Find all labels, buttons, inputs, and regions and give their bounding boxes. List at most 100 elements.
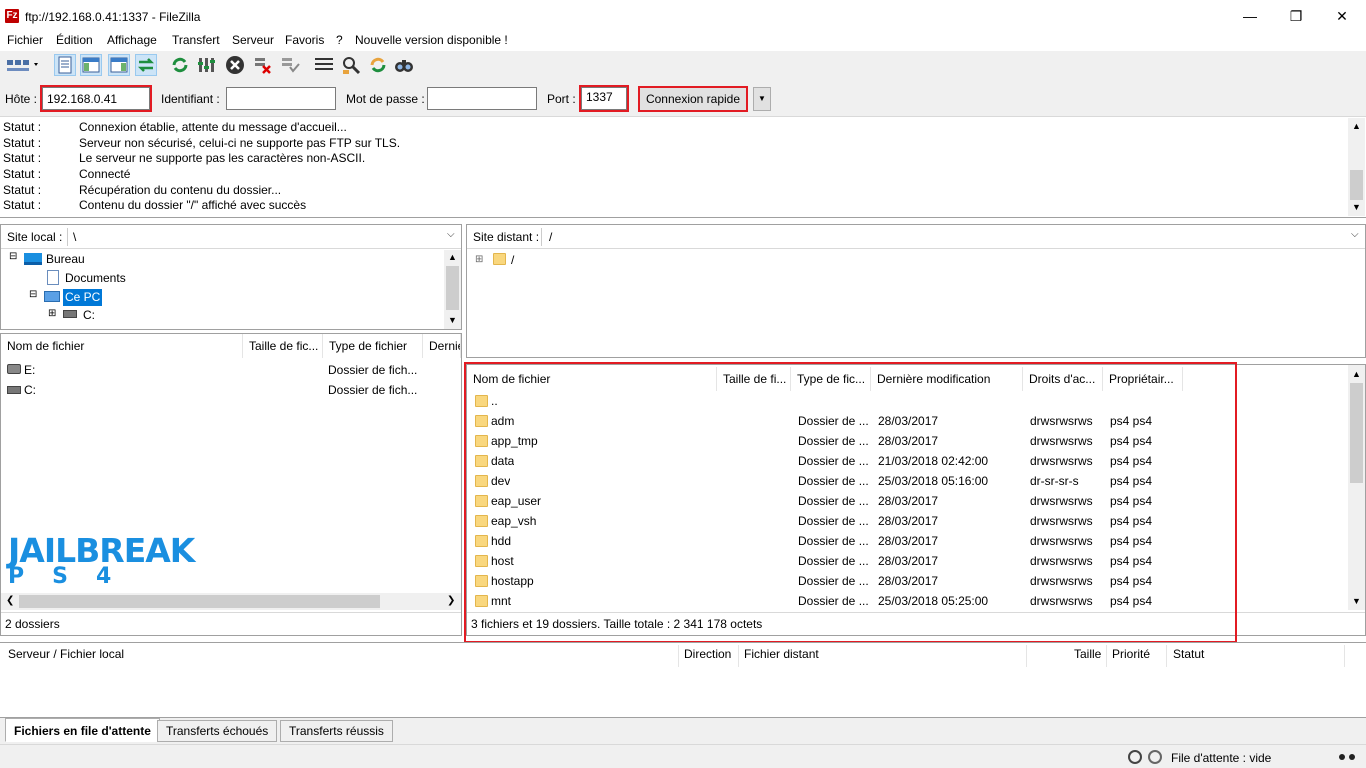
log-scrollbar[interactable]: ▲ ▼ xyxy=(1348,118,1365,216)
table-row[interactable]: hostapp Dossier de ... 28/03/2017 drwsrw… xyxy=(467,571,1347,591)
table-row[interactable]: .. xyxy=(467,391,1347,411)
menu-edition[interactable]: Édition xyxy=(56,33,93,48)
tree-item-documents[interactable]: Documents xyxy=(65,271,126,285)
scroll-down-icon[interactable]: ▼ xyxy=(1352,202,1361,212)
menu-favoris[interactable]: Favoris xyxy=(285,33,324,48)
table-row[interactable]: C: Dossier de fich... xyxy=(1,380,461,400)
menu-serveur[interactable]: Serveur xyxy=(232,33,274,48)
gear-icon[interactable] xyxy=(1128,750,1142,764)
col-header-filetype[interactable]: Type de fichier xyxy=(323,334,423,358)
port-input[interactable]: 1337 xyxy=(579,85,629,112)
scroll-left-icon[interactable]: ❮ xyxy=(6,595,14,606)
expander-icon[interactable]: ⊟ xyxy=(9,251,17,262)
expander-icon[interactable]: ⊟ xyxy=(29,289,37,300)
col-header-filesize[interactable]: Taille de fic... xyxy=(243,334,323,358)
table-row[interactable]: E: Dossier de fich... xyxy=(1,360,461,380)
scroll-thumb[interactable] xyxy=(1350,170,1363,200)
col-header-owner[interactable]: Propriétair... xyxy=(1103,367,1183,391)
scroll-up-icon[interactable]: ▲ xyxy=(448,252,457,262)
scroll-right-icon[interactable]: ❯ xyxy=(447,595,455,606)
process-queue-icon[interactable] xyxy=(196,54,218,76)
tab-successful-transfers[interactable]: Transferts réussis xyxy=(280,720,393,742)
file-modified: 25/03/2018 05:16:00 xyxy=(878,474,989,488)
chevron-down-icon[interactable]: ⌵ xyxy=(447,229,455,240)
folder-icon xyxy=(475,415,488,427)
compare-directories-icon[interactable] xyxy=(340,54,362,76)
expander-icon[interactable]: ⊞ xyxy=(48,308,56,319)
host-input[interactable]: 192.168.0.41 xyxy=(40,85,152,112)
col-header-modified[interactable]: Dernié xyxy=(423,334,461,358)
remote-site-path[interactable]: / xyxy=(549,230,552,244)
toggle-queue-icon[interactable] xyxy=(135,54,157,76)
scroll-thumb[interactable] xyxy=(446,266,459,310)
directory-listing-filters-icon[interactable] xyxy=(313,54,335,76)
scroll-down-icon[interactable]: ▼ xyxy=(1352,596,1361,606)
tree-item-ce-pc[interactable]: Ce PC xyxy=(63,289,103,306)
scroll-up-icon[interactable]: ▲ xyxy=(1352,121,1361,131)
synchronized-browsing-icon[interactable] xyxy=(367,54,389,76)
table-row[interactable]: host Dossier de ... 28/03/2017 drwsrwsrw… xyxy=(467,551,1347,571)
queue-col-priority[interactable]: Priorité xyxy=(1112,647,1150,661)
queue-col-server[interactable]: Serveur / Fichier local xyxy=(8,647,124,661)
site-manager-icon[interactable] xyxy=(5,54,41,76)
chevron-down-icon[interactable]: ⌵ xyxy=(1351,229,1359,240)
col-header-filesize[interactable]: Taille de fi... xyxy=(717,367,791,391)
file-type: Dossier de fich... xyxy=(328,383,418,397)
scroll-thumb[interactable] xyxy=(19,595,380,608)
tab-failed-transfers[interactable]: Transferts échoués xyxy=(157,720,278,742)
file-type: Dossier de ... xyxy=(798,594,869,608)
local-list-hscrollbar[interactable]: ❮ ❯ xyxy=(1,593,461,610)
table-row[interactable]: mnt Dossier de ... 25/03/2018 05:25:00 d… xyxy=(467,591,1347,611)
menu-bar: Fichier Édition Affichage Transfert Serv… xyxy=(0,33,1366,51)
local-tree-scrollbar[interactable]: ▲ ▼ xyxy=(444,250,461,329)
tree-item-bureau[interactable]: Bureau xyxy=(46,252,85,266)
table-row[interactable]: eap_user Dossier de ... 28/03/2017 drwsr… xyxy=(467,491,1347,511)
minimize-button[interactable]: — xyxy=(1227,0,1273,33)
cancel-operation-icon[interactable] xyxy=(224,54,246,76)
menu-transfert[interactable]: Transfert xyxy=(172,33,220,48)
table-row[interactable]: app_tmp Dossier de ... 28/03/2017 drwsrw… xyxy=(467,431,1347,451)
table-row[interactable]: data Dossier de ... 21/03/2018 02:42:00 … xyxy=(467,451,1347,471)
restore-button[interactable]: ❐ xyxy=(1273,0,1319,33)
username-input[interactable] xyxy=(226,87,336,110)
queue-col-direction[interactable]: Direction xyxy=(684,647,731,661)
expander-icon[interactable]: ⊞ xyxy=(475,254,483,265)
table-row[interactable]: adm Dossier de ... 28/03/2017 drwsrwsrws… xyxy=(467,411,1347,431)
password-input[interactable] xyxy=(427,87,537,110)
col-header-modified[interactable]: Dernière modification xyxy=(871,367,1023,391)
reconnect-icon[interactable] xyxy=(279,54,301,76)
refresh-icon[interactable] xyxy=(169,54,191,76)
local-site-path[interactable]: \ xyxy=(73,230,76,244)
toggle-log-icon[interactable] xyxy=(54,54,76,76)
search-remote-files-icon[interactable] xyxy=(393,54,415,76)
speed-limit-icon[interactable] xyxy=(1148,750,1162,764)
table-row[interactable]: hdd Dossier de ... 28/03/2017 drwsrwsrws… xyxy=(467,531,1347,551)
col-header-filename[interactable]: Nom de fichier xyxy=(467,367,717,391)
col-header-permissions[interactable]: Droits d'ac... xyxy=(1023,367,1103,391)
scroll-thumb[interactable] xyxy=(1350,383,1363,483)
table-row[interactable]: dev Dossier de ... 25/03/2018 05:16:00 d… xyxy=(467,471,1347,491)
quickconnect-button[interactable]: Connexion rapide xyxy=(638,86,748,112)
menu-help[interactable]: ? xyxy=(336,33,343,48)
col-header-filename[interactable]: Nom de fichier xyxy=(1,334,243,358)
scroll-up-icon[interactable]: ▲ xyxy=(1352,369,1361,379)
toggle-remote-tree-icon[interactable] xyxy=(108,54,130,76)
scroll-down-icon[interactable]: ▼ xyxy=(448,315,457,325)
quickconnect-dropdown-icon[interactable]: ▼ xyxy=(753,87,771,111)
queue-col-status[interactable]: Statut xyxy=(1173,647,1204,661)
menu-new-version[interactable]: Nouvelle version disponible ! xyxy=(355,33,508,48)
menu-affichage[interactable]: Affichage xyxy=(107,33,157,48)
tree-item-c-drive[interactable]: C: xyxy=(83,308,95,322)
close-button[interactable]: ✕ xyxy=(1319,0,1365,33)
col-header-filetype[interactable]: Type de fic... xyxy=(791,367,871,391)
queue-col-size[interactable]: Taille xyxy=(1074,647,1101,661)
tree-item-root[interactable]: / xyxy=(511,253,514,267)
queue-col-remote-file[interactable]: Fichier distant xyxy=(744,647,819,661)
disconnect-icon[interactable] xyxy=(252,54,274,76)
toggle-local-tree-icon[interactable] xyxy=(80,54,102,76)
remote-list-scrollbar[interactable]: ▲ ▼ xyxy=(1348,365,1365,610)
file-name: host xyxy=(491,554,514,568)
table-row[interactable]: eap_vsh Dossier de ... 28/03/2017 drwsrw… xyxy=(467,511,1347,531)
tab-queued-files[interactable]: Fichiers en file d'attente xyxy=(5,718,160,742)
menu-fichier[interactable]: Fichier xyxy=(7,33,43,48)
